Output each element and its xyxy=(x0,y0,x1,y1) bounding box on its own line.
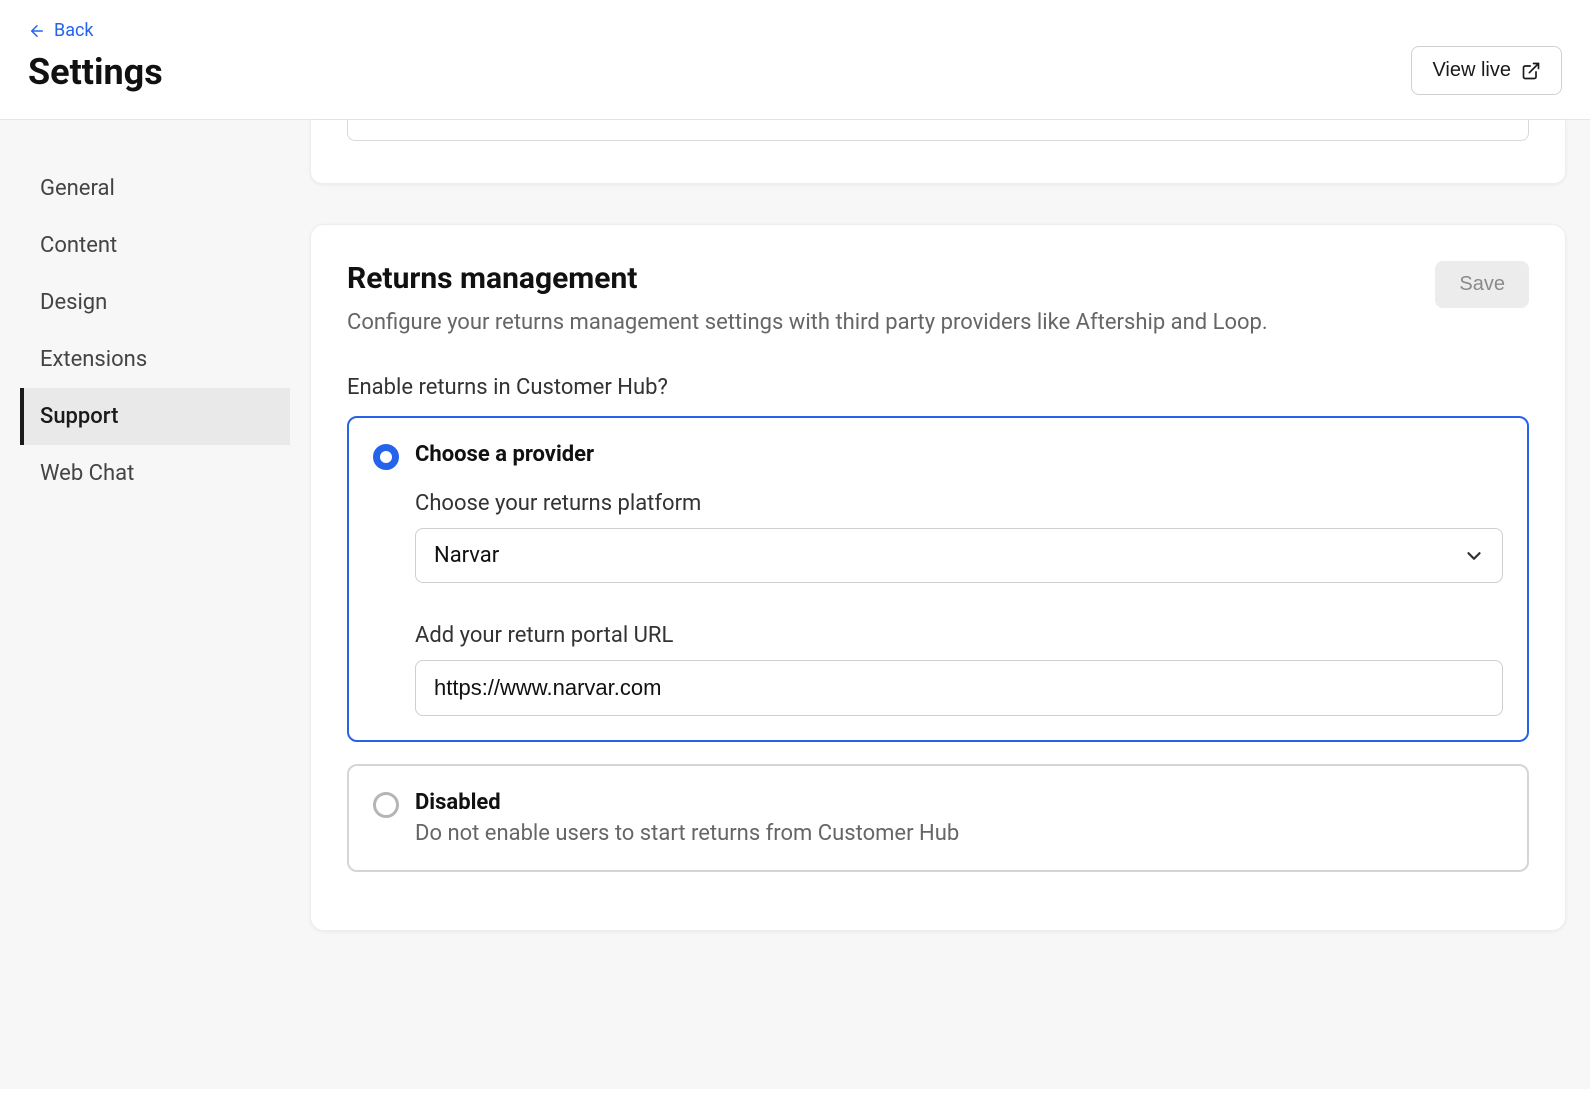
back-label: Back xyxy=(54,20,94,41)
sidebar-item-label: Extensions xyxy=(40,347,147,372)
url-field: Add your return portal URL xyxy=(415,623,1503,716)
radio-desc: Do not enable users to start returns fro… xyxy=(415,821,1503,846)
sidebar-item-support[interactable]: Support xyxy=(20,388,290,445)
sidebar-item-extensions[interactable]: Extensions xyxy=(20,331,290,388)
radio-indicator[interactable] xyxy=(373,792,399,818)
sidebar-item-label: Web Chat xyxy=(40,461,134,486)
save-button[interactable]: Save xyxy=(1435,261,1529,308)
radio-title: Choose a provider xyxy=(415,442,1503,467)
view-live-label: View live xyxy=(1432,59,1511,82)
platform-select-wrap: Narvar xyxy=(415,528,1503,583)
view-live-button[interactable]: View live xyxy=(1411,46,1562,95)
radio-option-provider[interactable]: Choose a provider Choose your returns pl… xyxy=(347,416,1529,742)
returns-card: Returns management Configure your return… xyxy=(310,224,1566,931)
return-url-input[interactable] xyxy=(415,660,1503,716)
enable-question: Enable returns in Customer Hub? xyxy=(347,375,1529,400)
page-header: Back Settings View live xyxy=(0,0,1590,120)
url-label: Add your return portal URL xyxy=(415,623,1503,648)
radio-option-disabled[interactable]: Disabled Do not enable users to start re… xyxy=(347,764,1529,872)
back-link[interactable]: Back xyxy=(28,20,163,41)
radio-row: Disabled Do not enable users to start re… xyxy=(373,790,1503,846)
radio-content: Disabled Do not enable users to start re… xyxy=(415,790,1503,846)
sidebar-item-label: Design xyxy=(40,290,107,315)
card-subtitle: Configure your returns management settin… xyxy=(347,306,1411,339)
card-header: Returns management Configure your return… xyxy=(347,261,1529,339)
sidebar-item-label: General xyxy=(40,176,115,201)
header-left: Back Settings xyxy=(28,20,163,93)
body-wrap: General Content Design Extensions Suppor… xyxy=(0,120,1590,1089)
sidebar-item-label: Support xyxy=(40,404,118,429)
radio-row: Choose a provider Choose your returns pl… xyxy=(373,442,1503,716)
main-content: Returns management Configure your return… xyxy=(310,120,1590,1089)
card-title: Returns management xyxy=(347,261,1411,296)
sidebar-item-general[interactable]: General xyxy=(20,160,290,217)
sidebar-item-content[interactable]: Content xyxy=(20,217,290,274)
platform-field: Choose your returns platform Narvar xyxy=(415,491,1503,583)
radio-indicator[interactable] xyxy=(373,444,399,470)
platform-label: Choose your returns platform xyxy=(415,491,1503,516)
previous-card-edge xyxy=(310,120,1566,184)
external-link-icon xyxy=(1521,61,1541,81)
card-header-text: Returns management Configure your return… xyxy=(347,261,1435,339)
radio-content: Choose a provider Choose your returns pl… xyxy=(415,442,1503,716)
sidebar-item-web-chat[interactable]: Web Chat xyxy=(20,445,290,502)
radio-title: Disabled xyxy=(415,790,1503,815)
platform-select[interactable]: Narvar xyxy=(415,528,1503,583)
page-title: Settings xyxy=(28,51,163,93)
sidebar-item-label: Content xyxy=(40,233,117,258)
sidebar: General Content Design Extensions Suppor… xyxy=(0,120,310,1089)
arrow-left-icon xyxy=(28,22,46,40)
sidebar-item-design[interactable]: Design xyxy=(20,274,290,331)
